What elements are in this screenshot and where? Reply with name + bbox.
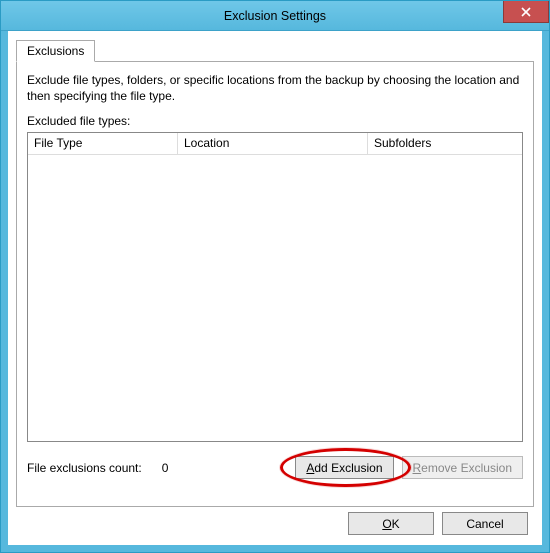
tab-exclusions[interactable]: Exclusions [16,40,95,62]
close-button[interactable] [503,1,549,23]
tabstrip: Exclusions [16,39,534,61]
exclusions-count-label: File exclusions count: [27,461,142,475]
panel-description: Exclude file types, folders, or specific… [27,72,523,104]
window-title: Exclusion Settings [224,9,326,23]
panel-footer-row: File exclusions count: 0 Add Exclusion R… [27,456,523,479]
dialog-button-row: OK Cancel [348,512,528,535]
column-header-file-type[interactable]: File Type [28,133,178,154]
add-exclusion-button[interactable]: Add Exclusion [295,456,393,479]
client-area: Exclusions Exclude file types, folders, … [1,31,549,552]
listview-body [28,155,522,441]
exclusion-settings-window: Exclusion Settings Exclusions Exclude fi… [0,0,550,553]
listview-header: File Type Location Subfolders [28,133,522,155]
ok-button[interactable]: OK [348,512,434,535]
remove-exclusion-button[interactable]: Remove Exclusion [402,456,524,479]
close-icon [521,7,531,17]
list-label: Excluded file types: [27,114,523,128]
column-header-subfolders[interactable]: Subfolders [368,133,522,154]
exclusions-count-value: 0 [162,461,169,475]
titlebar: Exclusion Settings [1,1,549,31]
excluded-types-listview[interactable]: File Type Location Subfolders [27,132,523,442]
cancel-button[interactable]: Cancel [442,512,528,535]
column-header-location[interactable]: Location [178,133,368,154]
tab-panel-exclusions: Exclude file types, folders, or specific… [16,61,534,507]
